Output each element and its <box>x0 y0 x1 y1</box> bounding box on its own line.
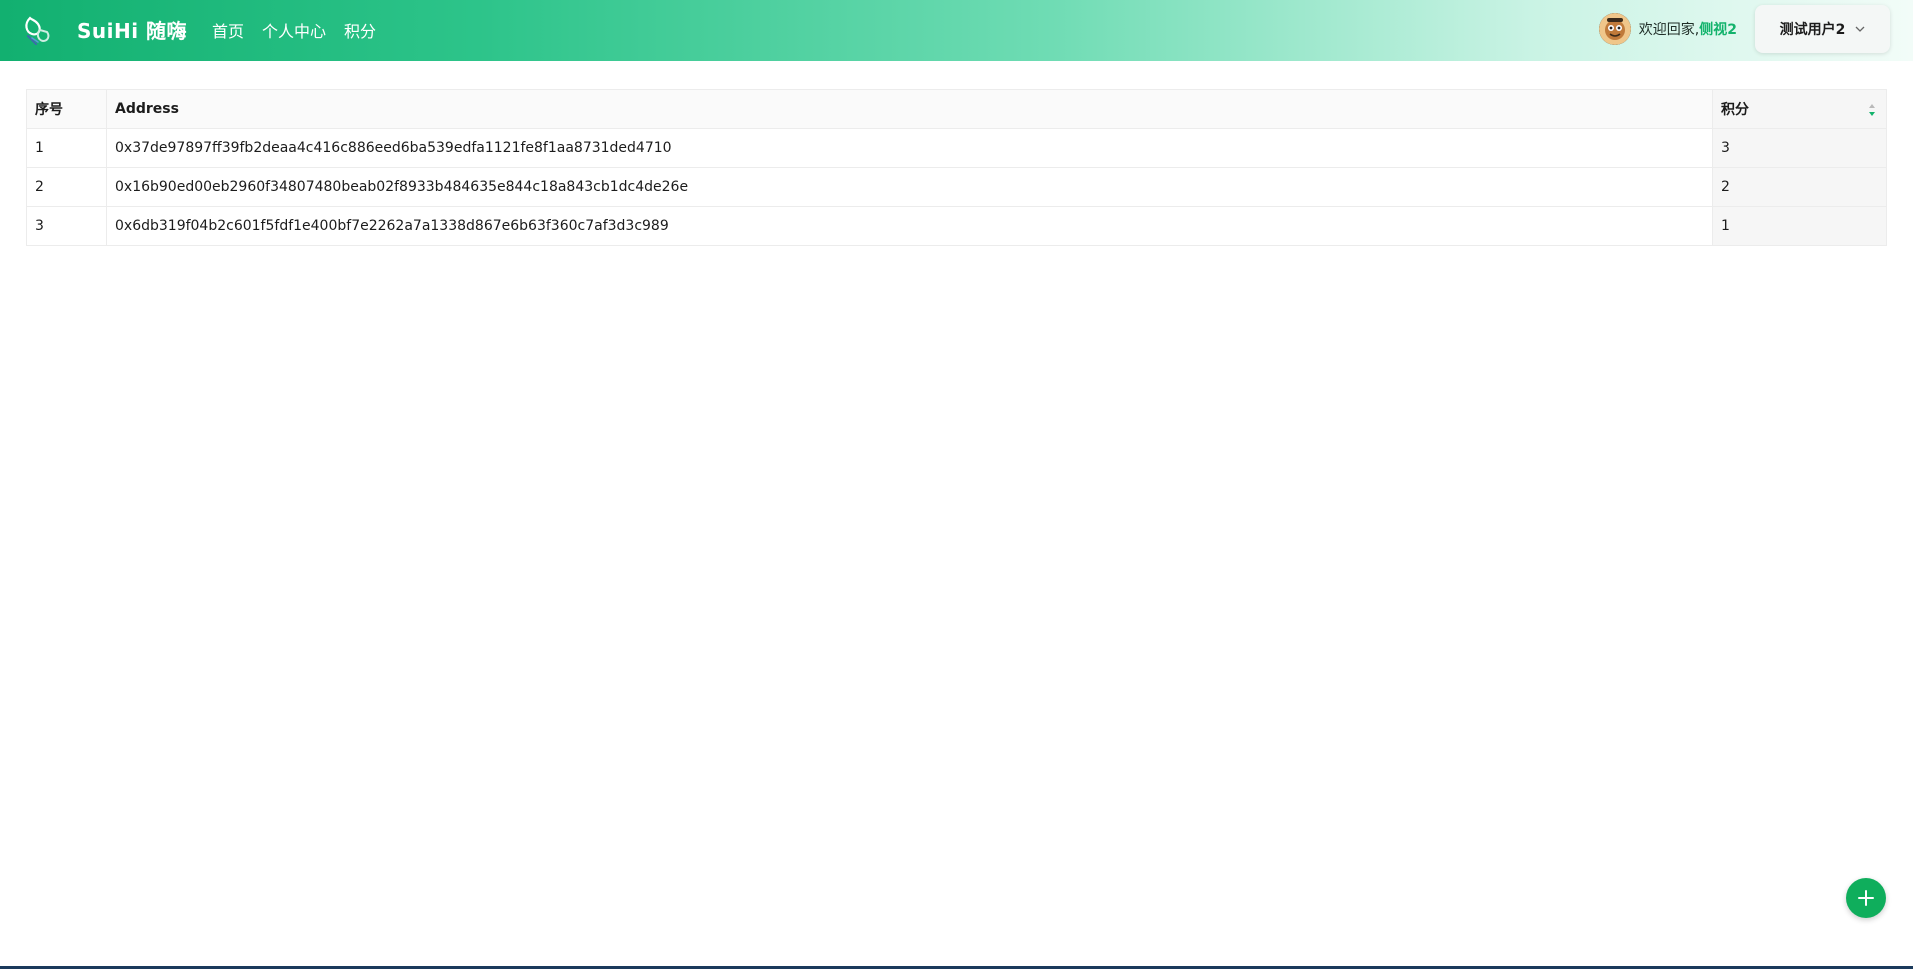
top-navbar: SuiHi 随嗨 首页 个人中心 积分 欢迎回家, 侧视2 测试用户2 <box>0 0 1913 61</box>
main-content: 序号 Address 积分 1 0x37de97897ff39fb2deaa4c… <box>7 69 1905 955</box>
welcome-username: 侧视2 <box>1699 22 1737 38</box>
table-row: 1 0x37de97897ff39fb2deaa4c416c886eed6ba5… <box>26 128 1887 168</box>
cell-address: 0x6db319f04b2c601f5fdf1e400bf7e2262a7a13… <box>106 206 1713 246</box>
account-dropdown[interactable]: 测试用户2 <box>1755 5 1890 53</box>
column-header-points[interactable]: 积分 <box>1712 89 1887 129</box>
cell-points: 2 <box>1712 167 1887 207</box>
points-table: 序号 Address 积分 1 0x37de97897ff39fb2deaa4c… <box>26 89 1887 246</box>
brand-title[interactable]: SuiHi 随嗨 <box>77 15 187 44</box>
nav-item-profile[interactable]: 个人中心 <box>262 18 326 42</box>
nav-item-home[interactable]: 首页 <box>212 18 244 42</box>
welcome-text: 欢迎回家, <box>1638 22 1700 38</box>
app-window: SuiHi 随嗨 首页 个人中心 积分 欢迎回家, 侧视2 测试用户2 序号 A… <box>0 0 1913 966</box>
avatar-image-icon <box>1598 13 1631 45</box>
cell-points: 3 <box>1712 128 1887 168</box>
cell-index: 2 <box>26 167 107 207</box>
cell-points: 1 <box>1712 206 1887 246</box>
table-row: 2 0x16b90ed00eb2960f34807480beab02f8933b… <box>26 167 1887 207</box>
column-header-index: 序号 <box>26 89 107 129</box>
nav-item-points[interactable]: 积分 <box>344 18 376 42</box>
column-header-points-label: 积分 <box>1721 102 1749 118</box>
cell-address: 0x16b90ed00eb2960f34807480beab02f8933b48… <box>106 167 1713 207</box>
table-header-row: 序号 Address 积分 <box>26 89 1887 129</box>
add-button[interactable] <box>1846 878 1886 918</box>
cell-index: 1 <box>26 128 107 168</box>
suihi-logo-icon[interactable] <box>18 8 58 48</box>
cell-index: 3 <box>26 206 107 246</box>
sort-arrows-icon[interactable] <box>1868 103 1876 117</box>
main-nav: 首页 个人中心 积分 <box>212 18 376 42</box>
account-label: 测试用户2 <box>1779 22 1846 38</box>
chevron-down-icon <box>1855 26 1865 32</box>
avatar[interactable] <box>1598 13 1631 45</box>
plus-icon <box>1858 890 1874 906</box>
column-header-address: Address <box>106 89 1713 129</box>
table-row: 3 0x6db319f04b2c601f5fdf1e400bf7e2262a7a… <box>26 206 1887 246</box>
user-welcome: 欢迎回家, 侧视2 <box>1598 13 1737 45</box>
cell-address: 0x37de97897ff39fb2deaa4c416c886eed6ba539… <box>106 128 1713 168</box>
